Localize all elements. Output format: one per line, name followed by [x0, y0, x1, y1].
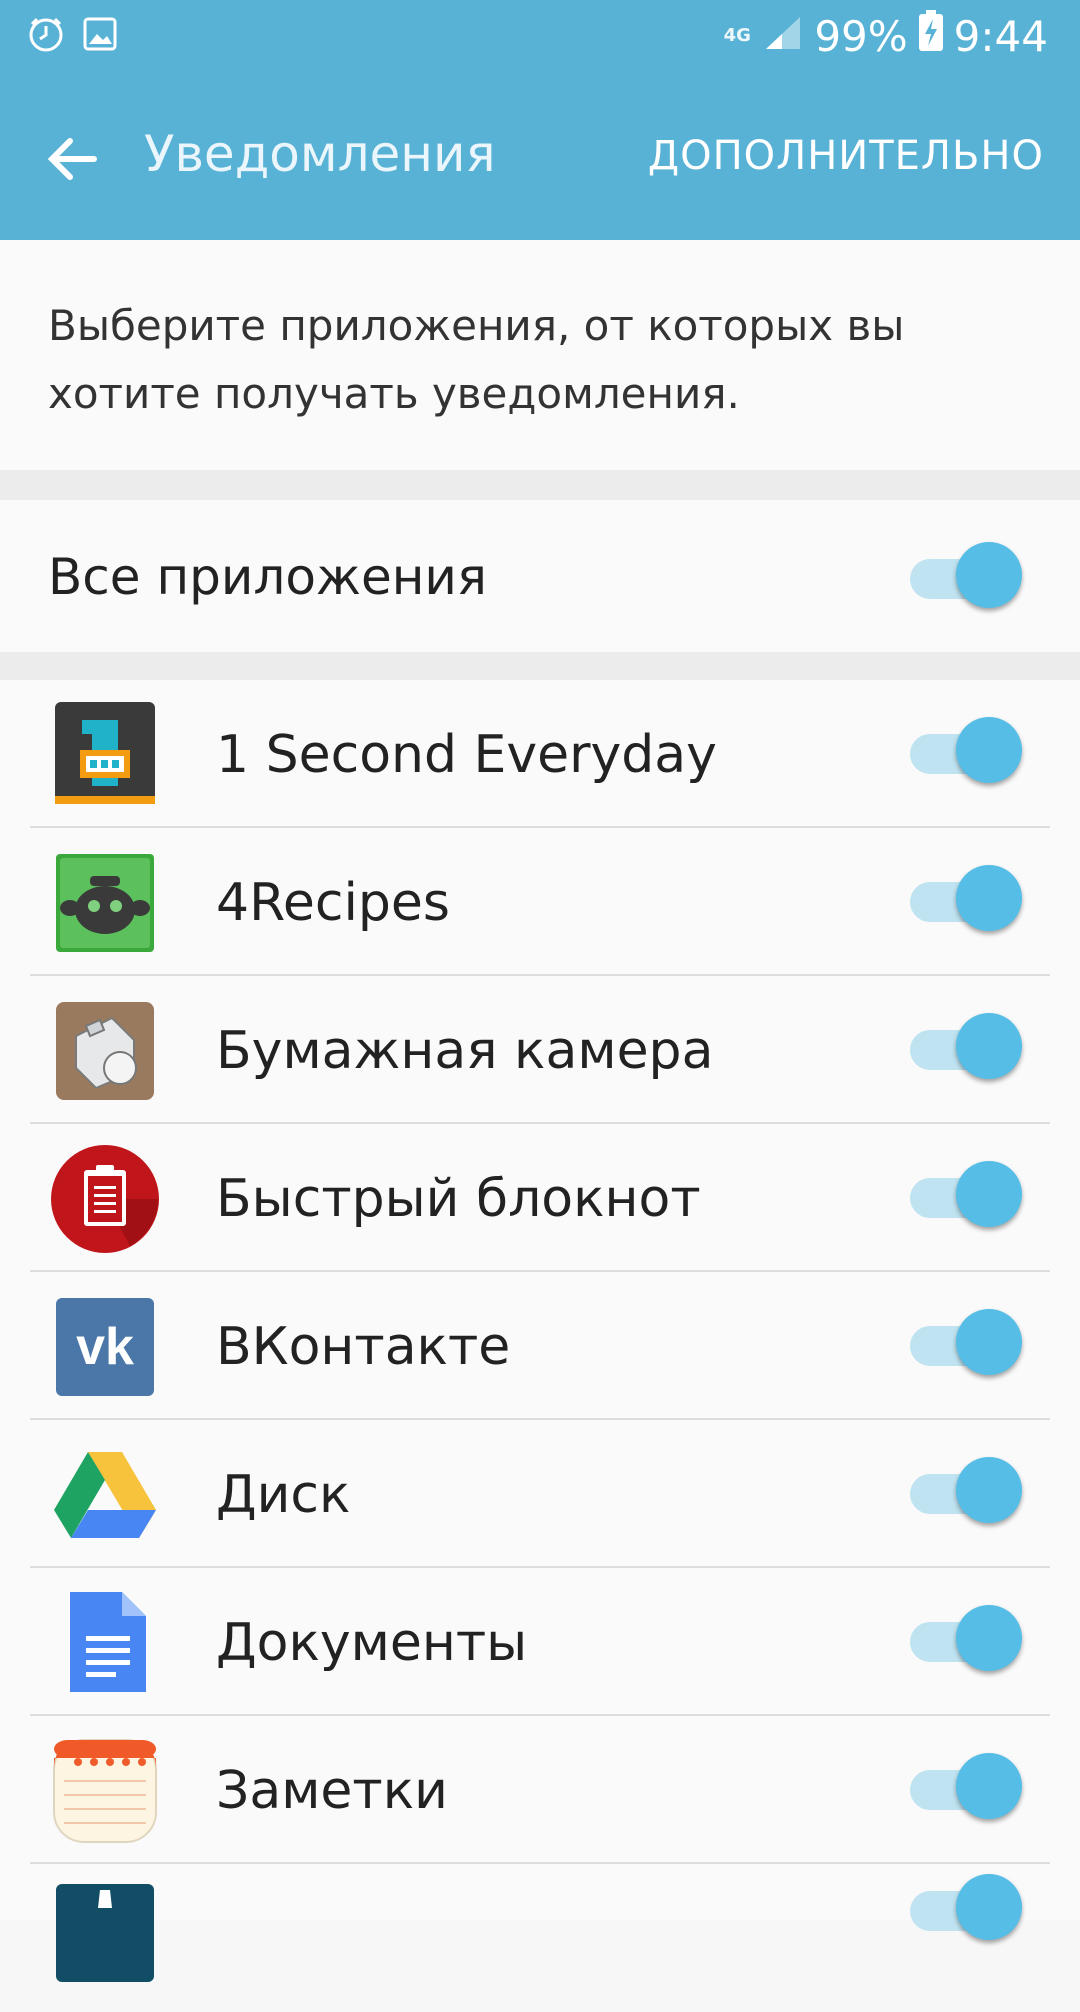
svg-text:vk: vk	[76, 1318, 134, 1376]
app-name: Документы	[216, 1613, 528, 1673]
app-icon	[50, 1878, 160, 1988]
more-button[interactable]: ДОПОЛНИТЕЛЬНО	[648, 133, 1044, 179]
app-name: Диск	[216, 1465, 351, 1525]
page-title: Уведомления	[144, 125, 496, 183]
list-item[interactable]: Документы	[0, 1568, 1080, 1716]
description-section: Выберите приложения, от которых вы хотит…	[0, 240, 1080, 470]
all-apps-row[interactable]: Все приложения	[0, 500, 1080, 652]
list-item[interactable]: Быстрый блокнот	[0, 1124, 1080, 1272]
app-toggle[interactable]	[910, 1605, 1024, 1675]
network-type: 4G	[723, 25, 751, 46]
google-docs-icon	[50, 1588, 160, 1698]
list-item[interactable]: Заметки	[0, 1716, 1080, 1864]
app-name: Бумажная камера	[216, 1021, 714, 1081]
signal-icon	[764, 12, 804, 61]
battery-percent: 99%	[814, 11, 908, 61]
app-toggle[interactable]	[910, 865, 1024, 935]
app-toggle[interactable]	[910, 1013, 1024, 1083]
app-name: Заметки	[216, 1761, 448, 1821]
section-separator	[0, 470, 1080, 500]
list-item[interactable]: Бумажная камера	[0, 976, 1080, 1124]
app-toggle[interactable]	[910, 1161, 1024, 1231]
status-bar: 4G 99% 9:44	[0, 0, 1080, 75]
notepad-clipboard-icon	[50, 1144, 160, 1254]
app-toggle[interactable]	[910, 1874, 1024, 1944]
app-toggle[interactable]	[910, 1457, 1024, 1527]
list-item[interactable]: Диск	[0, 1420, 1080, 1568]
clock: 9:44	[953, 11, 1048, 61]
list-item[interactable]	[0, 1864, 1080, 2012]
back-button[interactable]	[40, 127, 104, 191]
list-item[interactable]: vk ВКонтакте	[0, 1272, 1080, 1420]
app-bar: Уведомления ДОПОЛНИТЕЛЬНО	[0, 75, 1080, 240]
paper-camera-icon	[50, 996, 160, 1106]
list-item[interactable]: 1 Second Everyday	[0, 680, 1080, 828]
list-item[interactable]: 4Recipes	[0, 828, 1080, 976]
1se-icon	[50, 700, 160, 810]
app-toggle[interactable]	[910, 1753, 1024, 1823]
google-drive-icon	[50, 1440, 160, 1550]
recipes-pot-icon	[50, 848, 160, 958]
app-name: 4Recipes	[216, 873, 450, 933]
app-toggle[interactable]	[910, 1309, 1024, 1379]
all-apps-toggle[interactable]	[910, 542, 1024, 612]
app-toggle[interactable]	[910, 717, 1024, 787]
app-list: 1 Second Everyday 4Recipes Бумажная каме…	[0, 680, 1080, 1982]
gallery-icon	[82, 16, 118, 56]
arrow-left-icon	[47, 138, 97, 180]
notes-icon	[50, 1736, 160, 1846]
alarm-icon	[26, 14, 66, 58]
app-name: 1 Second Everyday	[216, 725, 717, 785]
vk-icon: vk	[50, 1292, 160, 1402]
all-apps-label: Все приложения	[48, 548, 487, 606]
app-name: ВКонтакте	[216, 1317, 511, 1377]
section-separator	[0, 652, 1080, 680]
app-name: Быстрый блокнот	[216, 1169, 701, 1229]
description-text: Выберите приложения, от которых вы хотит…	[48, 301, 905, 418]
battery-charging-icon	[918, 10, 944, 62]
